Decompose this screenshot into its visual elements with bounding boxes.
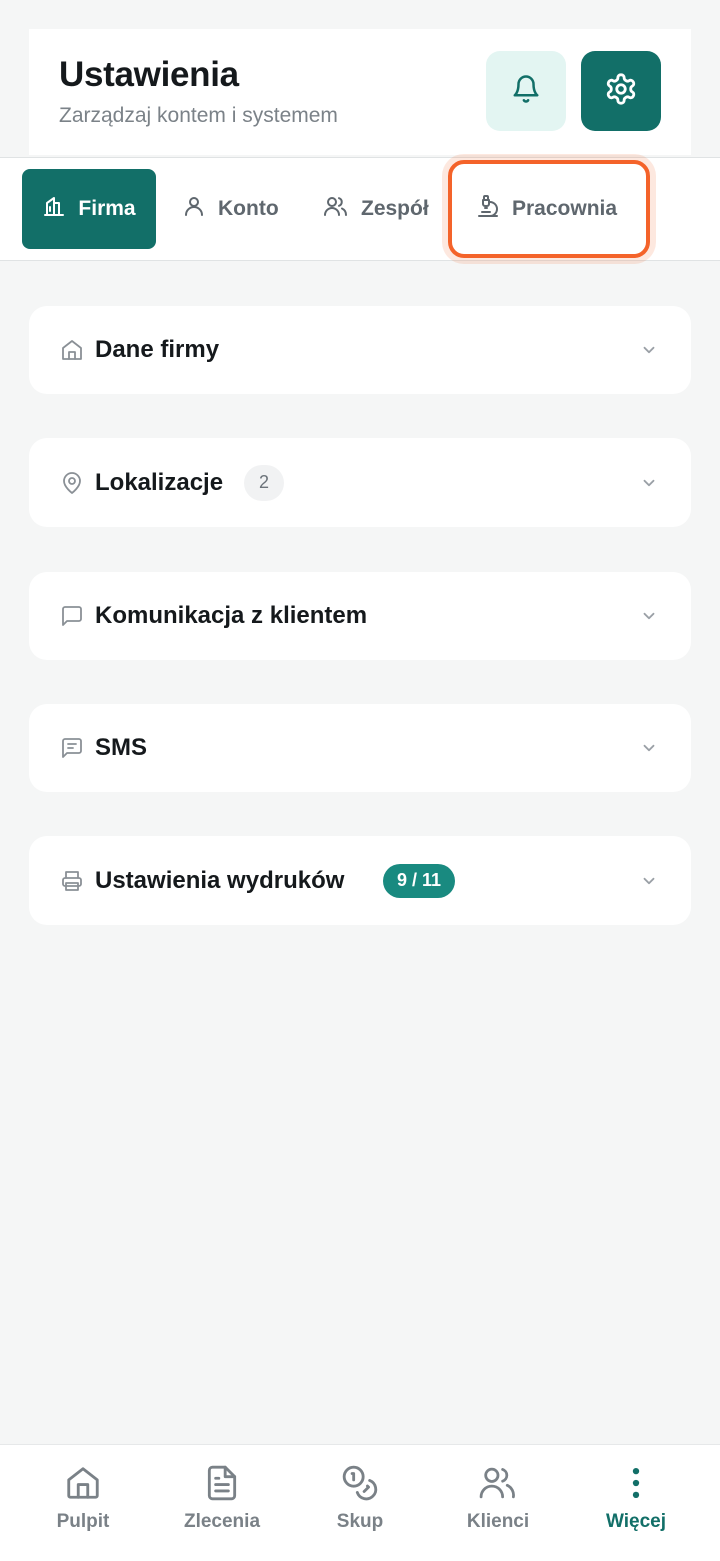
coins-icon	[340, 1463, 380, 1503]
message-text-icon	[59, 735, 85, 761]
message-square-icon	[59, 603, 85, 629]
nav-label: Klienci	[466, 1511, 530, 1532]
section-komunikacja[interactable]: Komunikacja z klientem	[29, 572, 691, 660]
section-title: Ustawienia wydruków	[95, 866, 345, 894]
bottom-navigation: Pulpit Zlecenia Skup Klienci Więcej	[0, 1444, 720, 1561]
page-title: Ustawienia	[59, 55, 239, 94]
section-lokalizacje[interactable]: Lokalizacje 2	[29, 438, 691, 527]
nav-zlecenia[interactable]: Zlecenia	[162, 1463, 282, 1533]
document-icon	[202, 1463, 242, 1503]
section-dane-firmy[interactable]: Dane firmy	[29, 306, 691, 394]
building-icon	[42, 194, 66, 224]
chevron-down-icon	[639, 340, 659, 360]
section-title: Lokalizacje	[95, 468, 224, 496]
progress-badge: 9 / 11	[383, 863, 456, 898]
page-header: Ustawienia Zarządzaj kontem i systemem	[29, 29, 691, 155]
nav-label: Więcej	[605, 1511, 667, 1532]
more-vertical-icon	[616, 1463, 656, 1503]
chevron-down-icon	[639, 871, 659, 891]
user-icon	[182, 194, 206, 224]
settings-page: Ustawienia Zarządzaj kontem i systemem F…	[0, 0, 720, 1561]
section-title: SMS	[95, 734, 148, 761]
bell-icon	[511, 73, 541, 110]
tab-label: Firma	[78, 197, 136, 220]
chevron-down-icon	[639, 473, 659, 493]
gear-icon	[604, 72, 638, 111]
settings-button[interactable]	[581, 51, 661, 131]
section-title: Komunikacja z klientem	[95, 602, 368, 629]
home-icon	[63, 1463, 103, 1503]
chevron-down-icon	[639, 738, 659, 758]
tab-firma[interactable]: Firma	[22, 169, 156, 249]
nav-wiecej[interactable]: Więcej	[576, 1463, 696, 1533]
users-icon	[323, 194, 349, 224]
section-sms[interactable]: SMS	[29, 704, 691, 792]
nav-label: Zlecenia	[183, 1511, 261, 1532]
nav-label: Skup	[336, 1511, 384, 1532]
tab-pracownia[interactable]: Pracownia	[476, 169, 617, 249]
users-icon	[478, 1463, 518, 1503]
tab-label: Pracownia	[512, 197, 618, 220]
section-title: Dane firmy	[95, 336, 220, 363]
tab-konto[interactable]: Konto	[182, 169, 279, 249]
tab-label: Zespół	[361, 197, 429, 220]
section-wydruki[interactable]: Ustawienia wydruków 9 / 11	[29, 836, 691, 925]
count-badge: 2	[244, 464, 284, 501]
map-pin-icon	[59, 470, 85, 496]
home-icon	[59, 337, 85, 363]
microscope-icon	[476, 194, 500, 224]
page-subtitle: Zarządzaj kontem i systemem	[59, 104, 338, 127]
printer-icon	[59, 868, 85, 894]
tab-label: Konto	[218, 197, 279, 220]
nav-pulpit[interactable]: Pulpit	[23, 1463, 143, 1533]
nav-skup[interactable]: Skup	[300, 1463, 420, 1533]
nav-klienci[interactable]: Klienci	[438, 1463, 558, 1533]
nav-label: Pulpit	[56, 1511, 110, 1532]
notifications-button[interactable]	[486, 51, 566, 131]
chevron-down-icon	[639, 606, 659, 626]
settings-tabs: Firma Konto Zespół Pracownia	[0, 157, 720, 261]
tab-zespol[interactable]: Zespół	[323, 169, 429, 249]
